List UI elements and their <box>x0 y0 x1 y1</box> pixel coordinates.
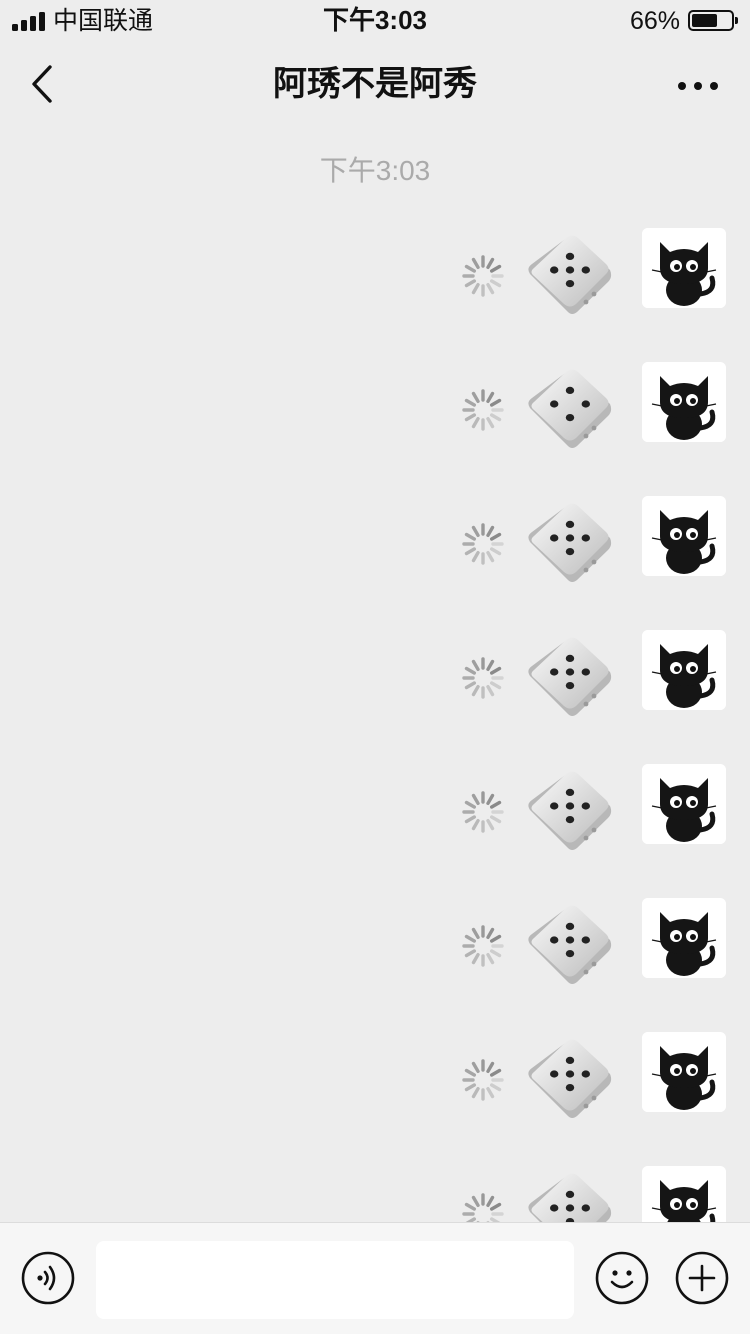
message-input[interactable] <box>96 1241 574 1319</box>
sending-spinner-icon <box>462 523 504 565</box>
message-row <box>0 1166 750 1222</box>
battery-percent: 66% <box>629 7 680 35</box>
message-timestamp: 下午3:03 <box>319 155 431 186</box>
message-row <box>0 1032 750 1126</box>
black-cat-avatar-icon[interactable] <box>642 764 726 844</box>
dice-sticker[interactable] <box>520 1168 618 1222</box>
sending-spinner-icon <box>462 791 504 833</box>
chat-area[interactable]: 下午3:03 <box>0 128 750 1222</box>
dice-sticker[interactable] <box>520 364 618 456</box>
voice-icon <box>21 1251 75 1305</box>
battery-icon <box>688 10 738 31</box>
dice-sticker[interactable] <box>520 632 618 724</box>
voice-button[interactable] <box>21 1251 75 1305</box>
chat-title: 阿琇不是阿秀 <box>273 65 477 103</box>
emoji-icon <box>595 1251 649 1305</box>
ellipsis-icon <box>678 82 686 90</box>
sending-spinner-icon <box>462 925 504 967</box>
black-cat-avatar-icon[interactable] <box>642 362 726 442</box>
sending-spinner-icon <box>462 389 504 431</box>
dice-sticker[interactable] <box>520 230 618 322</box>
more-functions-button[interactable] <box>675 1251 729 1305</box>
sending-spinner-icon <box>462 1059 504 1101</box>
message-row <box>0 496 750 590</box>
black-cat-avatar-icon[interactable] <box>642 1032 726 1112</box>
nav-bar: 阿琇不是阿秀 <box>0 42 750 128</box>
black-cat-avatar-icon[interactable] <box>642 496 726 576</box>
message-row <box>0 362 750 456</box>
message-row <box>0 898 750 992</box>
message-row <box>0 228 750 322</box>
black-cat-avatar-icon[interactable] <box>642 228 726 308</box>
sending-spinner-icon <box>462 657 504 699</box>
more-button[interactable] <box>676 72 720 96</box>
message-row <box>0 764 750 858</box>
dice-sticker[interactable] <box>520 900 618 992</box>
battery-level <box>692 14 717 27</box>
dice-sticker[interactable] <box>520 766 618 858</box>
black-cat-avatar-icon[interactable] <box>642 1166 726 1222</box>
emoji-button[interactable] <box>595 1251 649 1305</box>
message-row <box>0 630 750 724</box>
status-bar: 中国联通 下午3:03 66% <box>0 0 750 42</box>
input-bar <box>0 1222 750 1334</box>
sending-spinner-icon <box>462 1193 504 1222</box>
black-cat-avatar-icon[interactable] <box>642 898 726 978</box>
sending-spinner-icon <box>462 255 504 297</box>
plus-circle-icon <box>675 1251 729 1305</box>
black-cat-avatar-icon[interactable] <box>642 630 726 710</box>
dice-sticker[interactable] <box>520 1034 618 1126</box>
dice-sticker[interactable] <box>520 498 618 590</box>
